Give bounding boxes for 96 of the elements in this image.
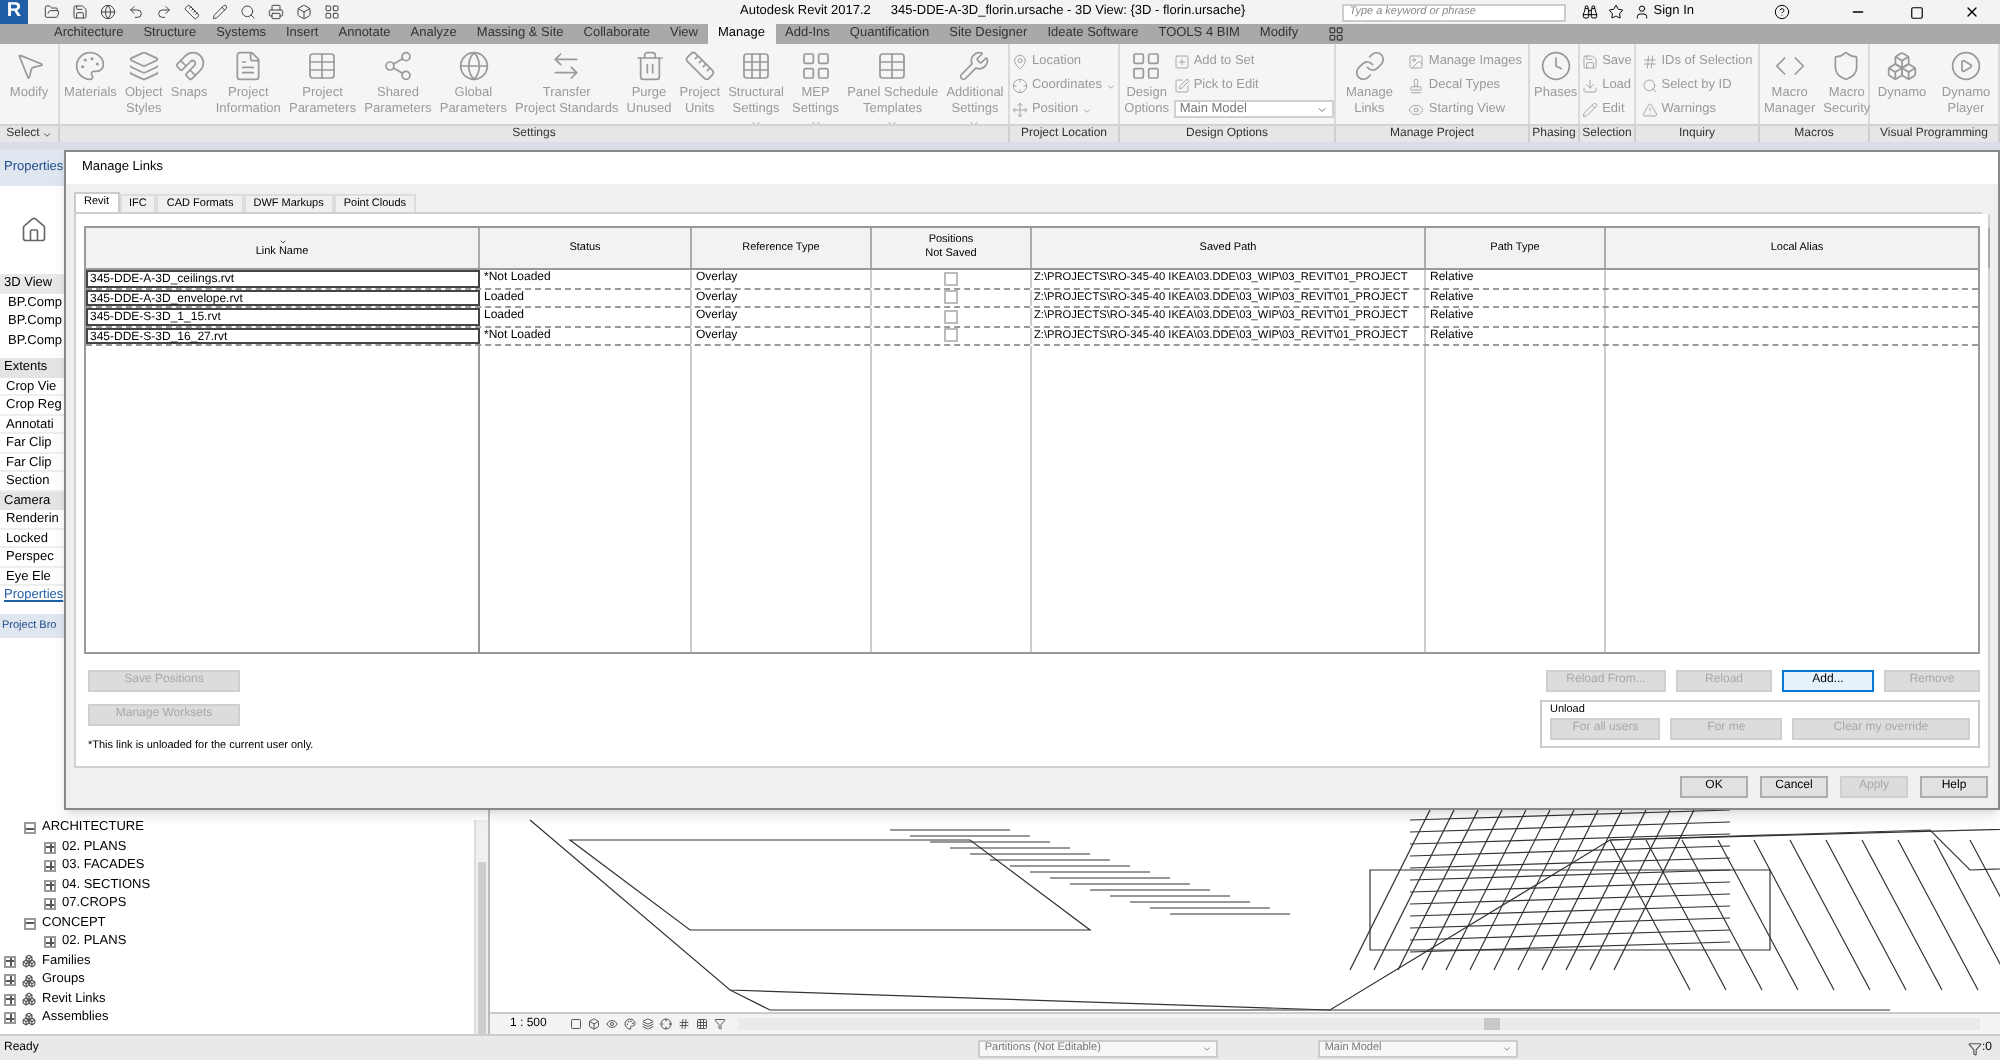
caret-icon [886,118,899,130]
view-control-icon[interactable] [696,1018,709,1030]
warning-icon [1641,102,1658,118]
category-icon [22,973,36,988]
star-icon[interactable] [1607,4,1624,20]
view-control-icon[interactable] [642,1018,655,1030]
arrows-icon [550,50,583,82]
app-logo[interactable]: R [0,0,28,24]
box-icon[interactable] [296,4,312,20]
move-icon [1011,102,1028,118]
shield-icon [1830,50,1863,82]
checkbox[interactable] [944,271,958,286]
share-icon [381,50,414,82]
binoculars-icon[interactable] [1581,4,1598,20]
save-icon[interactable] [72,4,88,20]
caret-icon [1202,1043,1213,1053]
expand-toggle-icon[interactable] [44,879,56,892]
caret-icon [809,118,822,130]
expand-toggle-icon[interactable] [44,936,56,949]
view-control-icon[interactable] [714,1018,727,1030]
collapse-toggle-icon[interactable] [24,822,36,835]
caret-icon [1502,1043,1513,1053]
checkbox[interactable] [944,290,958,305]
globe-icon [457,50,490,82]
pencil-icon[interactable] [212,4,228,20]
save-icon [1582,54,1599,70]
expand-toggle-icon[interactable] [4,993,16,1006]
wrench-icon [958,50,991,82]
caret-icon [750,118,762,130]
image-icon [1408,54,1425,70]
expand-toggle-icon[interactable] [44,860,56,873]
globe-icon[interactable] [100,4,116,20]
printer-icon[interactable] [268,4,284,20]
redo-icon[interactable] [156,4,172,20]
clock-icon [1539,50,1572,82]
caret-icon [1106,81,1117,91]
eye-icon [1408,102,1425,118]
pin-icon [1011,54,1028,70]
search-icon [1641,78,1658,94]
magnet-icon [173,50,206,82]
user-icon[interactable] [1633,4,1650,20]
collapse-toggle-icon[interactable] [24,917,36,930]
ruler-icon[interactable] [184,4,200,20]
table-icon [306,50,339,82]
caret-icon [41,129,52,139]
grid-icon[interactable] [324,4,340,20]
caret-icon [1315,103,1328,115]
view-control-icon[interactable] [660,1018,673,1030]
category-icon [22,992,36,1007]
category-icon [22,1011,36,1026]
grid-icon [740,50,772,82]
expand-toggle-icon[interactable] [4,955,16,968]
category-icon [22,954,36,969]
download-icon [1582,78,1599,94]
layers-icon [127,50,160,82]
palette-icon [74,50,107,82]
panel-toggle-icon[interactable] [1328,26,1345,42]
checkbox[interactable] [944,328,958,343]
ruler-icon [683,50,716,82]
view-control-icon[interactable] [588,1018,601,1030]
caret-icon [1082,105,1093,115]
view-control-icon[interactable] [570,1018,583,1030]
view-control-icon[interactable] [678,1018,691,1030]
scrollbar[interactable] [474,819,488,1034]
play-icon [1950,50,1982,82]
stamp-icon [1408,78,1425,94]
crosshair-icon [1011,78,1028,94]
checkbox[interactable] [944,309,958,324]
filter-icon[interactable] [1967,1041,1982,1055]
view-control-icon[interactable] [624,1018,637,1030]
expand-toggle-icon[interactable] [4,974,16,987]
expand-toggle-icon[interactable] [44,841,56,854]
trash-icon [633,50,665,82]
expand-toggle-icon[interactable] [44,898,56,911]
search-icon[interactable] [240,4,256,20]
grid-icon [1130,50,1163,82]
undo-icon[interactable] [128,4,144,20]
document-icon [232,50,265,82]
grid-icon [799,50,832,82]
pointer-icon [13,50,45,82]
table-icon [876,50,909,82]
caret-icon [968,118,981,130]
house-icon [20,216,48,244]
expand-toggle-icon[interactable] [4,1012,16,1025]
view-control-icon[interactable] [606,1018,619,1030]
plus-square-icon [1173,54,1190,70]
horizontal-scrollbar[interactable] [738,1018,1980,1030]
hash-icon [1641,54,1658,70]
pen-square-icon [1173,78,1190,94]
link-icon [1353,50,1386,82]
close-icon[interactable] [1964,4,1980,20]
maximize-icon[interactable] [1910,5,1924,19]
help-icon[interactable] [1774,4,1790,20]
boxes-icon [1886,50,1918,82]
folder-icon[interactable] [44,4,60,20]
pencil-icon [1582,102,1599,118]
